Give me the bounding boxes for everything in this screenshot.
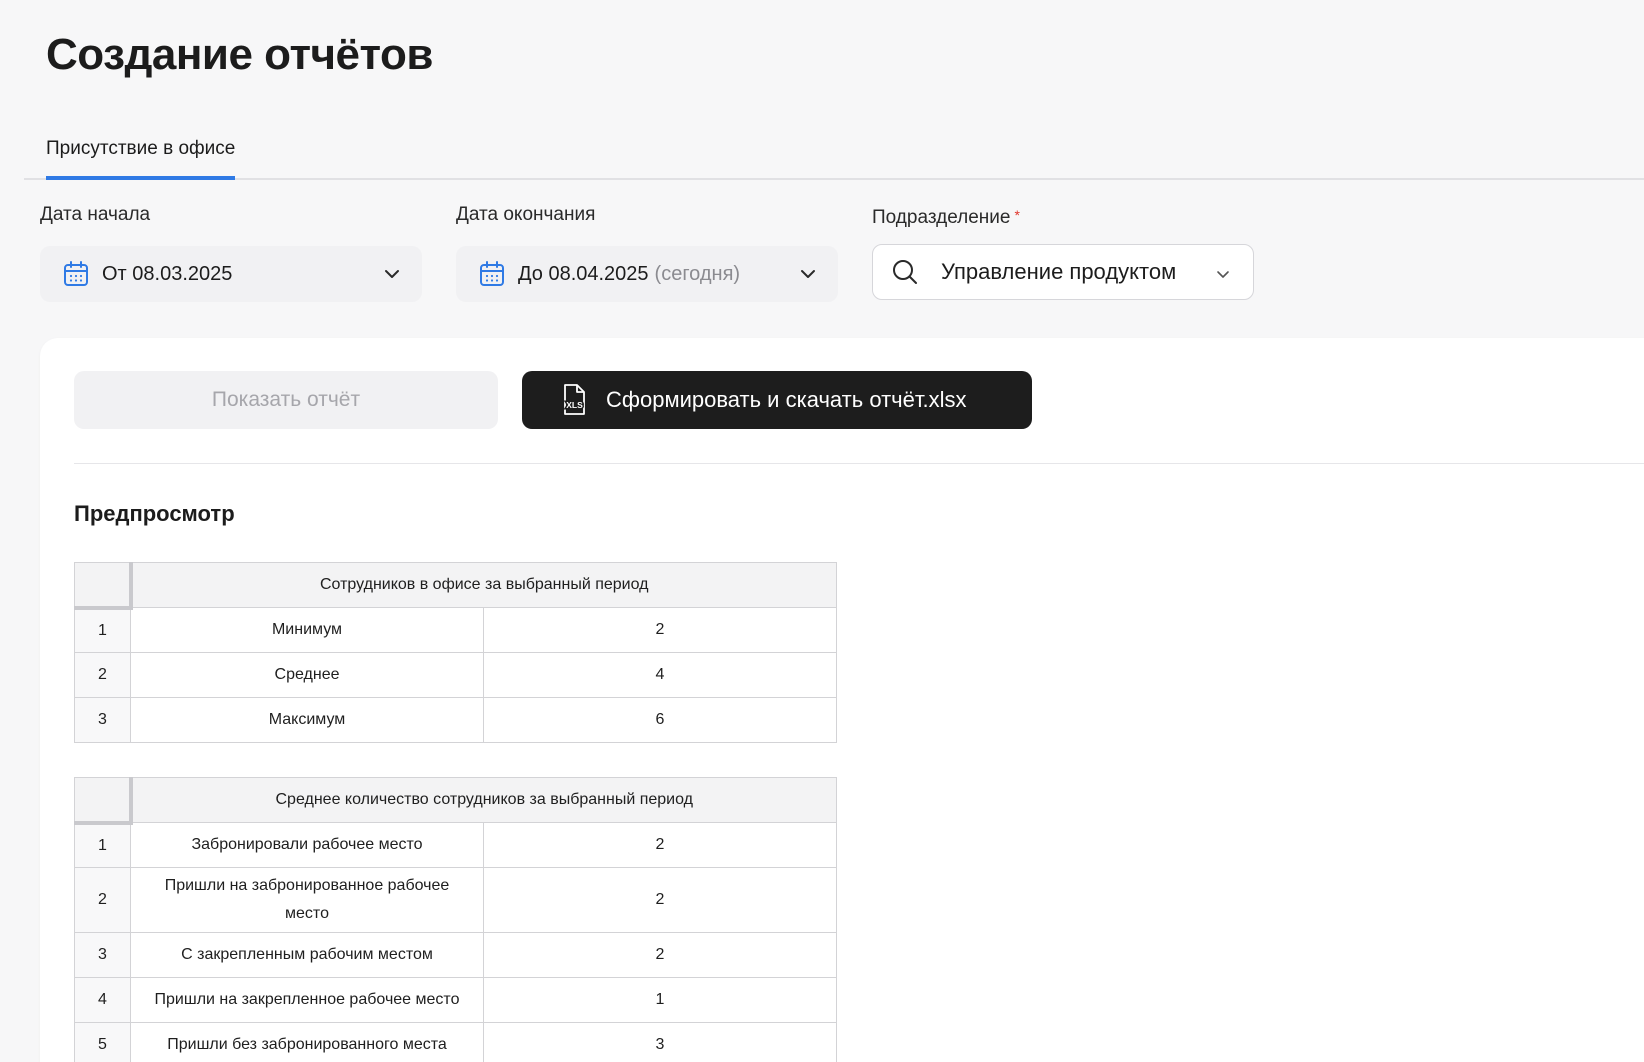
row-value: 2 [483,822,837,868]
divider [74,463,1644,464]
row-label: С закрепленным рабочим местом [130,932,484,978]
download-report-label: Сформировать и скачать отчёт.xlsx [606,387,967,412]
search-icon [893,260,917,284]
row-number: 2 [74,867,131,933]
xls-file-icon: XLS [564,384,585,415]
row-number: 3 [74,932,131,978]
table-row: 3 С закрепленным рабочим местом 2 [74,932,837,978]
row-label: Пришли на забронированное рабочее место [130,867,484,933]
table-row: 2 Пришли на забронированное рабочее мест… [74,867,837,933]
row-label: Среднее [130,652,484,698]
start-date-select[interactable]: От 08.03.2025 [40,246,422,302]
department-value: Управление продуктом [941,259,1177,284]
row-number: 2 [74,652,131,698]
show-report-button[interactable]: Показать отчёт [74,371,498,429]
required-mark: * [1014,207,1020,223]
chevron-down-icon [801,270,815,278]
end-date-label: Дата окончания [456,204,596,225]
calendar-icon [480,261,504,286]
row-value: 4 [483,652,837,698]
row-value: 1 [483,977,837,1023]
table-corner-cell [74,777,133,825]
average-employees-table: Среднее количество сотрудников за выбран… [74,777,837,1062]
row-label: Пришли без забронированного места [130,1022,484,1062]
table-row: 1 Забронировали рабочее место 2 [74,822,837,868]
start-date-label: Дата начала [40,204,151,225]
page-title: Создание отчётов [46,30,433,79]
table-row: 5 Пришли без забронированного места 3 [74,1022,837,1062]
row-number: 4 [74,977,131,1023]
end-date-today-hint: (сегодня) [654,262,741,285]
table-corner-cell [74,562,133,610]
row-value: 6 [483,697,837,743]
row-number: 5 [74,1022,131,1062]
row-number: 3 [74,697,131,743]
row-label: Максимум [130,697,484,743]
row-label: Минимум [130,607,484,653]
preview-title: Предпросмотр [74,501,235,526]
department-select[interactable]: Управление продуктом [872,244,1254,300]
end-date-select[interactable]: До 08.04.2025 (сегодня) [456,246,838,302]
chevron-down-icon [1217,271,1229,278]
table-header: Сотрудников в офисе за выбранный период [130,562,837,608]
calendar-icon [64,261,88,286]
start-date-value: От 08.03.2025 [102,262,233,285]
table-row: 2 Среднее 4 [74,652,837,698]
office-presence-table: Сотрудников в офисе за выбранный период … [74,562,837,743]
tab-bar: Присутствие в офисе [24,130,1644,180]
svg-text:XLS: XLS [566,400,583,410]
report-card: Показать отчёт XLS Сформировать и скачат… [40,338,1644,1062]
row-value: 3 [483,1022,837,1062]
department-label-text: Подразделение [872,207,1011,228]
row-label: Пришли на закрепленное рабочее место [130,977,484,1023]
row-number: 1 [74,607,131,653]
table-row: 1 Минимум 2 [74,607,837,653]
chevron-down-icon [385,270,399,278]
table-row: 3 Максимум 6 [74,697,837,743]
end-date-value: До 08.04.2025 [518,262,649,285]
row-value: 2 [483,932,837,978]
table-row: 4 Пришли на закрепленное рабочее место 1 [74,977,837,1023]
tab-office-presence[interactable]: Присутствие в офисе [46,138,236,180]
row-number: 1 [74,822,131,868]
table-header: Среднее количество сотрудников за выбран… [130,777,837,823]
download-report-button[interactable]: XLS Сформировать и скачать отчёт.xlsx [522,371,1032,429]
row-value: 2 [483,867,837,933]
row-value: 2 [483,607,837,653]
row-label: Забронировали рабочее место [130,822,484,868]
department-label: Подразделение * [872,207,1020,229]
